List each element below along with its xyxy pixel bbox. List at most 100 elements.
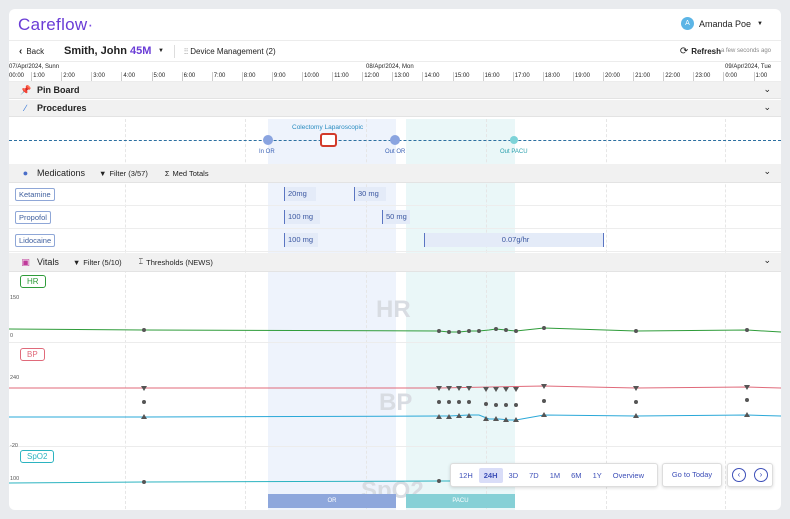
range-option-overview[interactable]: Overview: [608, 468, 649, 483]
hour-tick: [392, 72, 394, 81]
hour-tick: [542, 72, 544, 81]
range-option-6m[interactable]: 6M: [566, 468, 586, 483]
hour-label: 5:00: [153, 73, 166, 79]
hour-tick: [633, 72, 635, 81]
hour-tick: [663, 72, 665, 81]
hour-label: 1:00: [33, 73, 45, 79]
out-pacu-marker[interactable]: [510, 136, 518, 144]
medication-row: Lidocaine 100 mg 0.07g/hr: [9, 229, 781, 252]
time-axis: 07/Apr/2024, Sunn 08/Apr/2024, Mon 09/Ap…: [9, 63, 781, 82]
pinboard-section-header[interactable]: 📌 Pin Board ⌄: [9, 82, 781, 99]
medication-row: Propofol 100 mg 50 mg: [9, 206, 781, 229]
med-filter-button[interactable]: ▼ Filter (3/57): [99, 169, 151, 178]
user-menu[interactable]: A Amanda Poe ▼: [681, 17, 763, 30]
next-icon[interactable]: ›: [754, 468, 768, 482]
hour-label: 1:00: [755, 73, 768, 79]
patient-selector[interactable]: Smith, John 45M: [64, 45, 151, 57]
dose-marker[interactable]: 100 mg: [284, 233, 318, 247]
dose-marker[interactable]: 30 mg: [354, 187, 386, 201]
previous-icon[interactable]: ‹: [732, 468, 746, 482]
hour-tick: [181, 72, 183, 81]
chevron-down-icon[interactable]: ⌄: [763, 166, 771, 177]
range-option-24h[interactable]: 24H: [478, 467, 503, 483]
section-title: Procedures: [37, 103, 87, 113]
pacu-phase-bar[interactable]: PACU: [406, 494, 515, 508]
refresh-button[interactable]: ⟳ Refresh: [680, 46, 721, 57]
date-label: 09/Apr/2024, Tue: [725, 64, 772, 70]
pin-icon: 📌: [20, 84, 32, 95]
medications-section-header[interactable]: ● Medications ▼ Filter (3/57) Σ Med Totals…: [9, 164, 781, 183]
med-totals-button[interactable]: Σ Med Totals: [165, 169, 212, 178]
hr-chart: HR 150 0 HR: [9, 272, 781, 343]
hour-label: 2:00: [63, 73, 75, 79]
divider: [174, 45, 175, 58]
date-label: 07/Apr/2024, Sunn: [9, 64, 60, 70]
hour-tick: [753, 72, 755, 81]
hour-label: 23:00: [695, 73, 711, 79]
threshold-icon: ⌶: [138, 257, 144, 266]
hour-tick: [482, 72, 484, 81]
hour-tick: [452, 72, 454, 81]
thresholds-label: Thresholds (NEWS): [146, 257, 213, 267]
hour-tick: [362, 72, 364, 81]
procedures-section-header[interactable]: ∕ Procedures ⌄: [9, 100, 781, 117]
phase-label: PACU: [452, 498, 469, 504]
dose-marker[interactable]: 100 mg: [284, 210, 320, 224]
range-option-1y[interactable]: 1Y: [588, 468, 607, 483]
vitals-icon: ▣: [21, 256, 30, 267]
hour-label: 20:00: [605, 73, 621, 79]
dose-marker[interactable]: 50 mg: [382, 210, 410, 224]
in-or-marker[interactable]: [263, 135, 273, 145]
refresh-label: Refresh: [691, 47, 721, 56]
hour-label: 7:00: [213, 73, 226, 79]
hour-tick: [723, 72, 725, 81]
totals-label: Med Totals: [172, 168, 209, 178]
chevron-down-icon[interactable]: ⌄: [763, 102, 771, 113]
infusion-bar[interactable]: 0.07g/hr: [424, 233, 604, 247]
procedure-track: Colectomy Laparoscopic In OR Out OR Out …: [9, 119, 781, 164]
go-to-today-button[interactable]: Go to Today: [662, 463, 722, 487]
range-option-7d[interactable]: 7D: [524, 468, 544, 483]
medication-name[interactable]: Propofol: [15, 211, 51, 224]
hour-tick: [693, 72, 695, 81]
range-option-3d[interactable]: 3D: [504, 468, 524, 483]
hour-tick: [241, 72, 243, 81]
caret-down-icon[interactable]: ▼: [158, 48, 164, 54]
hour-tick: [271, 72, 273, 81]
procedure-name[interactable]: Colectomy Laparoscopic: [292, 124, 363, 131]
hour-label: 15:00: [454, 73, 470, 79]
careflow-logo[interactable]: Careflow·: [18, 15, 93, 35]
or-phase-bar[interactable]: OR: [268, 494, 396, 508]
hour-tick: [61, 72, 63, 81]
medication-name[interactable]: Ketamine: [15, 188, 55, 201]
patient-age: 45M: [130, 45, 152, 57]
patient-name: Smith, John: [64, 45, 127, 57]
device-management-button[interactable]: ⫶⫶ Device Management (2): [184, 47, 276, 57]
bp-series: [9, 384, 781, 422]
medication-name[interactable]: Lidocaine: [15, 234, 56, 247]
time-range-selector: 12H 24H 3D 7D 1M 6M 1Y Overview: [450, 463, 658, 487]
arrow-left-icon: ‹: [19, 46, 23, 57]
chevron-down-icon[interactable]: ⌄: [763, 255, 771, 266]
hour-label: 3:00: [93, 73, 105, 79]
filter-icon: ▼: [72, 257, 81, 267]
back-button[interactable]: ‹ Back: [19, 46, 44, 57]
out-or-marker[interactable]: [390, 135, 400, 145]
thresholds-button[interactable]: ⌶ Thresholds (NEWS): [139, 257, 216, 267]
section-title: Vitals: [37, 257, 59, 267]
filter-label: Filter (3/57): [109, 168, 148, 178]
hour-label: 14:00: [424, 73, 440, 79]
section-title: Medications: [37, 168, 86, 178]
hour-label: 17:00: [514, 73, 530, 79]
range-option-12h[interactable]: 12H: [454, 468, 478, 483]
hour-label: 16:00: [484, 73, 500, 79]
hour-label: 22:00: [665, 73, 681, 79]
chevron-down-icon[interactable]: ⌄: [763, 84, 771, 95]
colon-icon[interactable]: [320, 133, 337, 147]
vitals-filter-button[interactable]: ▼ Filter (5/10): [73, 258, 125, 267]
hour-tick: [422, 72, 424, 81]
range-option-1m[interactable]: 1M: [545, 468, 565, 483]
filter-label: Filter (5/10): [83, 257, 122, 267]
dose-marker[interactable]: 20mg: [284, 187, 316, 201]
vitals-section-header[interactable]: ▣ Vitals ▼ Filter (5/10) ⌶ Thresholds (NEW…: [9, 253, 781, 272]
